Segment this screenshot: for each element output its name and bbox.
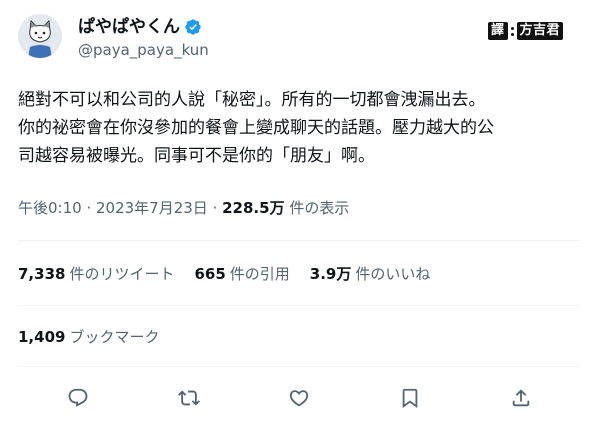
bookmark-button[interactable] (396, 384, 424, 412)
share-icon (512, 389, 530, 407)
tweet-text-line: 司越容易被曝光。同事可不是你的「朋友」啊。 (18, 146, 375, 166)
like-button[interactable] (285, 384, 313, 412)
engagement-stats: 7,338 件のリツイート 665 件の引用 3.9万 件のいいね (18, 264, 450, 284)
translator-watermark: 譯 方吉君 (488, 22, 564, 40)
tweet-detail: ぱやぱやくん @paya_paya_kun 譯 方吉君 絕對不可以和公司的人說「… (0, 0, 598, 427)
tweet-text: 絕對不可以和公司的人說「秘密」。所有的一切都會洩漏出去。 你的祕密會在你沒參加的… (18, 86, 583, 170)
retweets-count: 7,338 (18, 265, 66, 283)
action-bar (18, 384, 580, 412)
tweet-meta: 午後0:10 · 2023年7月23日 · 228.5万 件の表示 (18, 198, 349, 218)
avatar[interactable] (18, 14, 62, 58)
likes-count: 3.9万 (309, 265, 352, 283)
tweet-time[interactable]: 午後0:10 (18, 199, 82, 217)
bookmarks-label: ブックマーク (69, 328, 160, 346)
meta-separator: · (207, 199, 223, 217)
divider (18, 366, 580, 367)
retweets-label: 件のリツイート (69, 265, 175, 283)
likes-label: 件のいいね (355, 265, 431, 283)
name-row: ぱやぱやくん (78, 16, 202, 38)
watermark-colon (510, 26, 514, 30)
bookmarks-count: 1,409 (18, 328, 66, 346)
retweet-button[interactable] (175, 384, 203, 412)
divider (18, 305, 580, 306)
quotes-stat[interactable]: 665 件の引用 (194, 264, 289, 284)
tweet-date[interactable]: 2023年7月23日 (96, 199, 208, 217)
quotes-count: 665 (194, 265, 226, 283)
verified-badge-icon (184, 18, 202, 36)
divider (18, 240, 580, 241)
reply-icon (68, 388, 88, 407)
avatar-cat-icon (18, 14, 62, 58)
share-button[interactable] (507, 384, 535, 412)
bookmarks-stat[interactable]: 1,409 ブックマーク (18, 327, 159, 347)
user-handle[interactable]: @paya_paya_kun (78, 40, 209, 60)
display-name[interactable]: ぱやぱやくん (78, 16, 180, 38)
meta-separator: · (81, 199, 96, 217)
likes-stat[interactable]: 3.9万 件のいいね (310, 264, 431, 284)
tweet-text-line: 絕對不可以和公司的人說「秘密」。所有的一切都會洩漏出去。 (18, 90, 486, 110)
tweet-text-line: 你的祕密會在你沒參加的餐會上變成聊天的話題。壓力越大的公 (18, 118, 494, 138)
watermark-prefix: 譯 (488, 22, 508, 40)
watermark-name: 方吉君 (516, 22, 564, 40)
view-count: 228.5万 (222, 199, 285, 217)
reply-button[interactable] (64, 384, 92, 412)
retweet-icon (178, 390, 200, 406)
like-icon (289, 390, 309, 407)
quotes-label: 件の引用 (229, 265, 290, 283)
retweets-stat[interactable]: 7,338 件のリツイート (18, 264, 174, 284)
view-label: 件の表示 (284, 199, 350, 217)
bookmark-icon (402, 388, 418, 409)
